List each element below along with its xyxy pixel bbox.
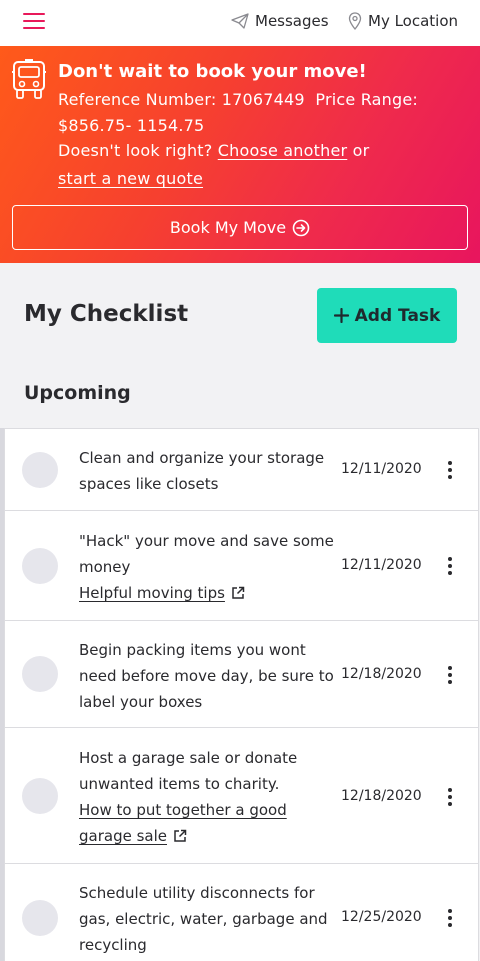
my-location-link[interactable]: My Location: [348, 12, 458, 30]
external-link-icon[interactable]: [173, 829, 187, 843]
more-options-icon[interactable]: [446, 788, 454, 806]
price-range-label: Price Range:: [315, 90, 418, 109]
task-complete-checkbox[interactable]: [22, 548, 58, 584]
task-date: 12/25/2020: [341, 909, 422, 925]
arrow-circle-right-icon: [292, 219, 310, 236]
more-options-icon[interactable]: [446, 557, 454, 575]
task-complete-checkbox[interactable]: [22, 900, 58, 936]
more-options-icon[interactable]: [446, 909, 454, 927]
start-new-quote-link[interactable]: start a new quote: [58, 169, 203, 188]
book-my-move-label: Book My Move: [169, 218, 287, 237]
paper-plane-icon: [231, 13, 249, 29]
task-text: Begin packing items you wont need before…: [79, 641, 334, 711]
task-text-block: Host a garage sale or donate unwanted it…: [79, 745, 334, 849]
task-row: Schedule utility disconnects for gas, el…: [4, 863, 479, 961]
task-date: 12/11/2020: [341, 461, 422, 477]
reference-line: Reference Number: 17067449 Price Range:: [58, 90, 418, 109]
quote-prompt: Doesn't look right?: [58, 141, 213, 160]
task-complete-checkbox[interactable]: [22, 778, 58, 814]
more-options-icon[interactable]: [446, 666, 454, 684]
my-location-label: My Location: [368, 12, 459, 30]
or-text: or: [352, 141, 370, 160]
task-row: Host a garage sale or donate unwanted it…: [4, 727, 479, 864]
task-row: Clean and organize your storage spaces l…: [4, 428, 479, 511]
plus-icon: [333, 308, 349, 323]
task-text-block: "Hack" your move and save some money Hel…: [79, 528, 334, 606]
external-link-icon[interactable]: [231, 586, 245, 600]
task-text: "Hack" your move and save some money: [79, 532, 334, 576]
task-complete-checkbox[interactable]: [22, 656, 58, 692]
task-complete-checkbox[interactable]: [22, 452, 58, 488]
quote-prompt-line: Doesn't look right? Choose another or: [58, 141, 369, 160]
upcoming-section-title: Upcoming: [24, 382, 131, 404]
map-pin-icon: [348, 12, 362, 30]
new-quote-line: start a new quote: [58, 169, 203, 188]
top-nav-bar: Messages My Location: [0, 0, 480, 46]
more-options-icon[interactable]: [446, 461, 454, 479]
choose-another-link[interactable]: Choose another: [218, 141, 348, 160]
task-text: Host a garage sale or donate unwanted it…: [79, 749, 298, 793]
task-row: "Hack" your move and save some money Hel…: [4, 510, 479, 621]
add-task-button[interactable]: Add Task: [317, 288, 457, 343]
task-date: 12/11/2020: [341, 557, 422, 573]
page-title: My Checklist: [24, 301, 189, 327]
reference-number: 17067449: [221, 90, 305, 109]
book-move-banner: Don't wait to book your move! Reference …: [0, 46, 480, 263]
task-row: Begin packing items you wont need before…: [4, 620, 479, 728]
messages-label: Messages: [255, 12, 329, 30]
messages-link[interactable]: Messages: [231, 12, 329, 30]
book-my-move-button[interactable]: Book My Move: [12, 205, 468, 250]
moving-truck-icon: [12, 59, 46, 99]
helpful-moving-tips-link[interactable]: Helpful moving tips: [79, 584, 225, 602]
hamburger-icon[interactable]: [23, 11, 45, 31]
add-task-label: Add Task: [354, 305, 441, 326]
task-date: 12/18/2020: [341, 788, 422, 804]
task-date: 12/18/2020: [341, 666, 422, 682]
banner-title: Don't wait to book your move!: [58, 61, 367, 82]
task-text: Clean and organize your storage spaces l…: [79, 449, 325, 493]
reference-label: Reference Number:: [58, 90, 217, 109]
price-range-value: $856.75- 1154.75: [58, 116, 205, 135]
task-text: Schedule utility disconnects for gas, el…: [79, 884, 328, 954]
